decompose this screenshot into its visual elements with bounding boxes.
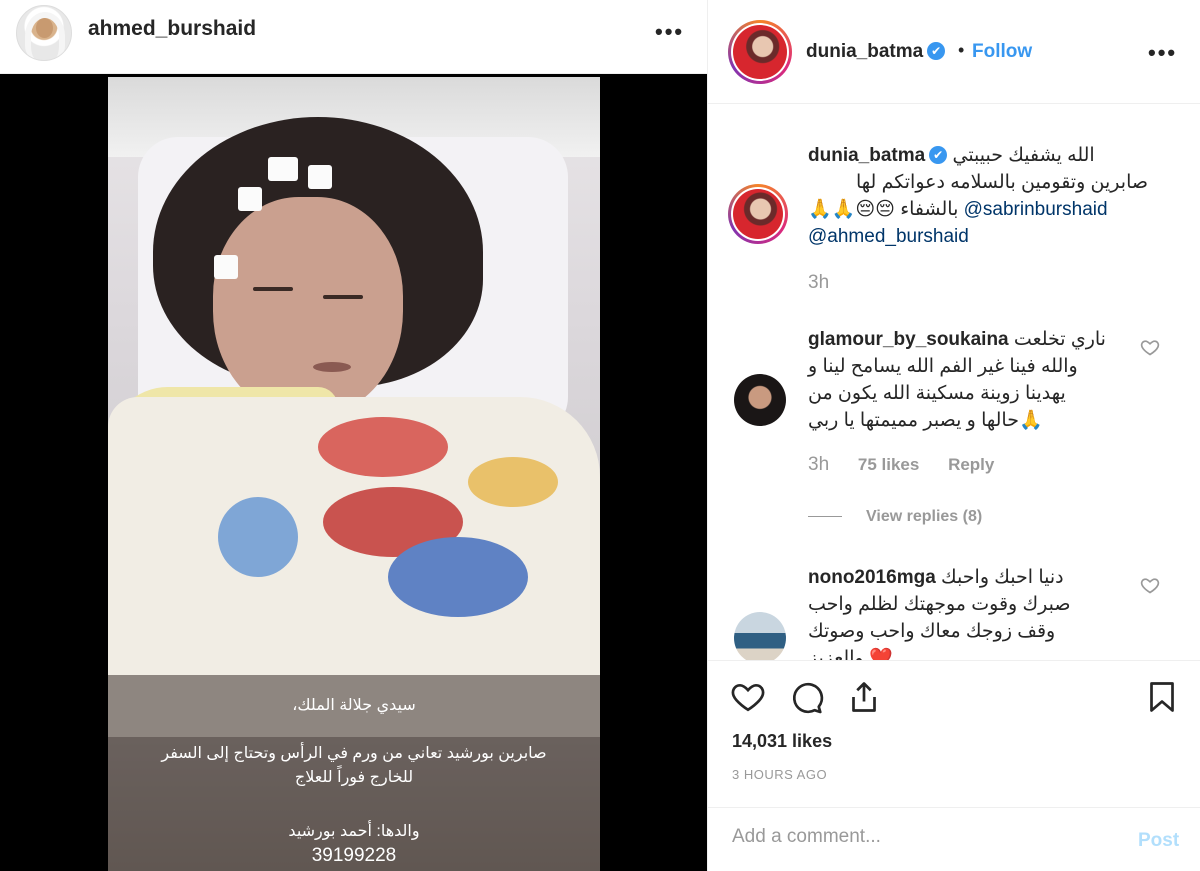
reply-button[interactable]: Reply	[948, 455, 994, 474]
viewer-header: dunia_batma ✔ • Follow •••	[708, 0, 1200, 104]
add-comment-bar: Post	[708, 807, 1200, 871]
comment-text-line-4: ❤️ والعزيز	[808, 648, 893, 660]
post-photo: سيدي جلالة الملك، صابرين بورشيد تعاني من…	[108, 77, 600, 871]
comment-text-line-4: 🙏حالها و يصبر مميمتها يا ربي	[808, 410, 1043, 431]
ellipsis-icon[interactable]: •••	[655, 19, 684, 45]
post-details-panel: dunia_batma ✔ • Follow ••• dunia_batma ✔ ا…	[707, 0, 1200, 871]
commenter-avatar[interactable]	[734, 374, 786, 426]
bookmark-icon[interactable]	[1144, 679, 1180, 715]
comment-timestamp[interactable]: 3h	[808, 272, 829, 293]
comment-text-line-2: والله فينا غير الفم الله يسامح لينا و	[808, 356, 1078, 377]
comment-text-line-3: وقف زوجك معاك واحب وصوتك	[808, 621, 1056, 642]
mention-link[interactable]: @ahmed_burshaid	[808, 226, 969, 247]
comment-text-line-2: صبرك وقوت موجهتك لظلم واحب	[808, 594, 1071, 615]
photo-caption-phone: 39199228	[311, 845, 397, 866]
share-icon[interactable]	[846, 679, 882, 715]
add-comment-input[interactable]	[732, 826, 1112, 848]
comment-timestamp[interactable]: 3h	[808, 454, 829, 475]
comment-likes[interactable]: 75 likes	[858, 455, 919, 474]
view-replies-button[interactable]: View replies (8)	[808, 508, 982, 526]
verified-badge-icon: ✔	[929, 146, 948, 164]
photo-caption-line-3: للخارج فوراً للعلاج	[294, 769, 414, 786]
post-actions: 14,031 likes 3 HOURS AGO Post	[708, 660, 1200, 870]
mention-link[interactable]: @sabrinburshaid	[964, 199, 1108, 220]
header-username[interactable]: dunia_batma	[806, 41, 923, 62]
ellipsis-icon[interactable]: •••	[1148, 40, 1177, 66]
comment-text-line-2: صابرين وتقومين بالسلامه دعواتكم لها	[856, 172, 1148, 193]
commenter-avatar[interactable]	[728, 184, 788, 244]
comments-list[interactable]: dunia_batma ✔ الله يشفيك حبيبتي صابرين وت…	[708, 104, 1200, 660]
comment-username[interactable]: nono2016mga	[808, 567, 936, 588]
owner-avatar[interactable]	[16, 5, 72, 61]
post-owner-header: ahmed_burshaid •••	[0, 0, 707, 74]
owner-username[interactable]: ahmed_burshaid	[88, 17, 256, 41]
like-heart-icon[interactable]	[730, 679, 766, 715]
post-media-panel: ahmed_burshaid ••• سيدي جلالة الملك، صاب…	[0, 0, 707, 871]
comment-text-line-3: بالشفاء 😔😔🙏🙏	[808, 199, 959, 220]
photo-caption-line-4: والدها: أحمد بورشيد	[288, 823, 420, 840]
comment-text-line-1: ناري تخلعت	[1013, 329, 1106, 350]
post-timestamp[interactable]: 3 HOURS AGO	[732, 767, 827, 782]
follow-button[interactable]: Follow	[972, 41, 1032, 63]
photo-caption-line-2: صابرين بورشيد تعاني من ورم في الرأس وتحت…	[161, 745, 547, 762]
comment-username[interactable]: glamour_by_soukaina	[808, 329, 1009, 350]
likes-count[interactable]: 14,031 likes	[732, 731, 832, 752]
header-avatar[interactable]	[728, 20, 792, 84]
like-comment-heart-icon[interactable]	[1140, 575, 1160, 595]
comment-username[interactable]: dunia_batma	[808, 145, 925, 166]
comment-text-line-1: دنيا احبك واحبك	[941, 567, 1064, 588]
comment-text-line-3: يهدينا زوينة مسكينة الله يكون من	[808, 383, 1066, 404]
photo-caption-line-1: سيدي جلالة الملك،	[292, 697, 416, 714]
verified-badge-icon: ✔	[927, 42, 946, 60]
comment-text-line-1: الله يشفيك حبيبتي	[952, 145, 1095, 166]
comment-bubble-icon[interactable]	[788, 679, 824, 715]
commenter-avatar[interactable]	[734, 612, 786, 660]
view-replies-label: View replies (8)	[866, 508, 983, 525]
separator-dot: •	[958, 40, 965, 60]
post-comment-button[interactable]: Post	[1138, 830, 1179, 852]
like-comment-heart-icon[interactable]	[1140, 337, 1160, 357]
